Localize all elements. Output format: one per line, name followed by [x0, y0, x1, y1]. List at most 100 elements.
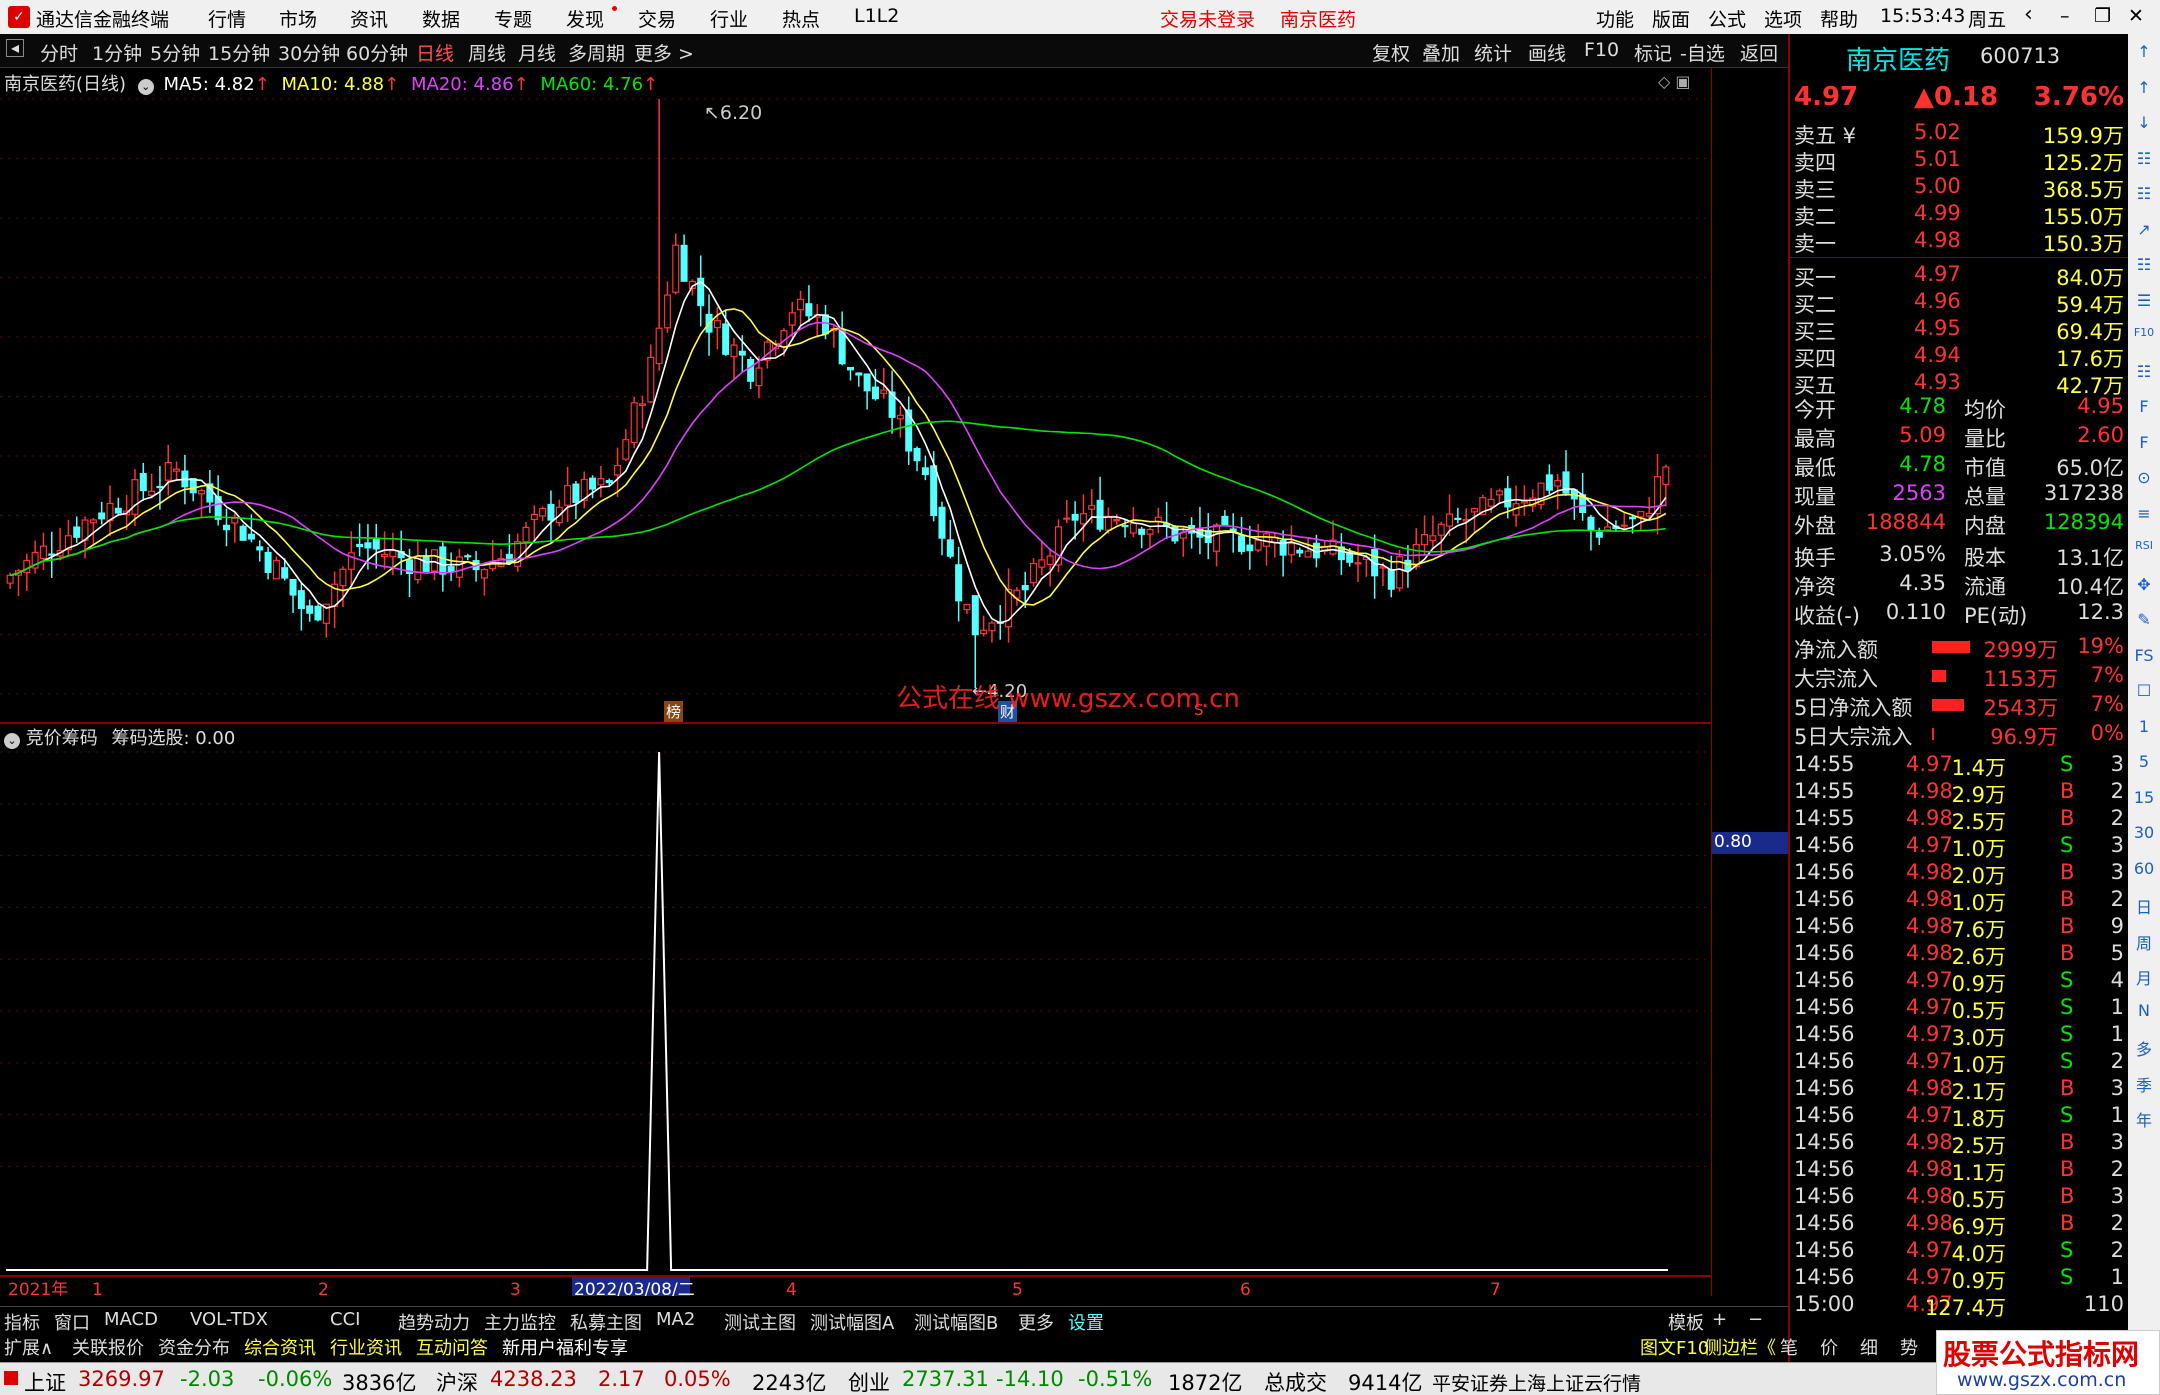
- tab-1[interactable]: +: [1712, 1309, 1727, 1330]
- sidebar-tool-icon[interactable]: 日: [2132, 894, 2156, 917]
- sidebar-tool-icon[interactable]: 多: [2132, 1036, 2156, 1059]
- menu-gongshi[interactable]: 公式: [1708, 5, 1746, 32]
- tool-tongji[interactable]: 统计: [1474, 39, 1512, 66]
- sidebar-tool-icon[interactable]: 1: [2132, 717, 2156, 739]
- menu-zhuanti[interactable]: 专题: [494, 5, 532, 32]
- period-30min[interactable]: 30分钟: [278, 39, 340, 66]
- maximize-icon[interactable]: ❐: [2094, 5, 2111, 27]
- tab-3[interactable]: 价: [1820, 1334, 1838, 1360]
- sidebar-tool-icon[interactable]: ↗: [2132, 220, 2156, 242]
- tab-3[interactable]: 综合资讯: [244, 1334, 316, 1360]
- sidebar-tool-icon[interactable]: 5: [2132, 752, 2156, 774]
- tab-0[interactable]: 图文F10: [1640, 1334, 1709, 1360]
- sidebar-tool-icon[interactable]: ☷: [2132, 255, 2156, 277]
- idx-hs-name[interactable]: 沪深: [436, 1367, 478, 1395]
- idx-sh-name[interactable]: 上证: [24, 1367, 66, 1395]
- tool-zixuan[interactable]: -自选: [1680, 39, 1725, 66]
- menu-l1l2[interactable]: L1L2: [854, 5, 899, 27]
- sidebar-tool-icon[interactable]: 周: [2132, 930, 2156, 953]
- menu-shichang[interactable]: 市场: [279, 5, 317, 32]
- tool-huaxian[interactable]: 画线: [1528, 39, 1566, 66]
- sidebar-tool-icon[interactable]: ☷: [2132, 149, 2156, 171]
- sidebar-tool-icon[interactable]: ≡: [2132, 504, 2156, 526]
- sidebar-tool-icon[interactable]: ☷: [2132, 184, 2156, 206]
- tab-8[interactable]: MA2: [656, 1309, 695, 1330]
- chevron-down-icon[interactable]: ⌄: [137, 79, 154, 95]
- sidebar-tool-icon[interactable]: F: [2132, 397, 2156, 419]
- tool-fanhui[interactable]: 返回: [1740, 39, 1778, 66]
- x-axis-label: 2: [318, 1280, 329, 1296]
- sidebar-tool-icon[interactable]: F10: [2132, 326, 2156, 348]
- tab-4[interactable]: 行业资讯: [330, 1334, 402, 1360]
- period-monthly[interactable]: 月线: [518, 39, 556, 66]
- menu-hangye[interactable]: 行业: [710, 5, 748, 32]
- sidebar-tool-icon[interactable]: ↑: [2132, 42, 2156, 64]
- menu-faxian[interactable]: 发现: [566, 5, 604, 32]
- marker-bang[interactable]: 榜: [664, 701, 684, 722]
- tab-3[interactable]: VOL-TDX: [190, 1309, 268, 1330]
- sidebar-tool-icon[interactable]: 60: [2132, 859, 2156, 881]
- sidebar-tool-icon[interactable]: ☰: [2132, 291, 2156, 313]
- idx-cy-name[interactable]: 创业: [848, 1367, 890, 1395]
- sidebar-tool-icon[interactable]: N: [2132, 1001, 2156, 1023]
- sidebar-tool-icon[interactable]: 季: [2132, 1072, 2156, 1095]
- chevron-down-icon[interactable]: ⌄: [4, 733, 20, 749]
- sidebar-tool-icon[interactable]: ☷: [2132, 362, 2156, 384]
- tab-2[interactable]: 资金分布: [158, 1334, 230, 1360]
- period-more[interactable]: 更多 >: [634, 39, 694, 66]
- tab-6[interactable]: 新用户福利专享: [502, 1334, 628, 1360]
- period-60min[interactable]: 60分钟: [346, 39, 408, 66]
- menu-jiaoyi[interactable]: 交易: [638, 5, 676, 32]
- minimize-icon[interactable]: –: [2060, 5, 2070, 27]
- sidebar-tool-icon[interactable]: ↓: [2132, 113, 2156, 135]
- kline-chart[interactable]: 6.206.005.805.605.405.205.004.804.604.40…: [0, 68, 1712, 1296]
- menu-shuju[interactable]: 数据: [422, 5, 460, 32]
- chart-options-icon[interactable]: ◇ ▣: [1658, 72, 1691, 91]
- close-icon[interactable]: ✕: [2128, 5, 2144, 27]
- sidebar-tool-icon[interactable]: FS: [2132, 646, 2156, 668]
- menu-banmian[interactable]: 版面: [1652, 5, 1690, 32]
- sidebar-tool-icon[interactable]: 30: [2132, 823, 2156, 845]
- period-weekly[interactable]: 周线: [468, 39, 506, 66]
- period-multi[interactable]: 多周期: [568, 39, 625, 66]
- menu-redian[interactable]: 热点: [782, 5, 820, 32]
- tab-2[interactable]: −: [1748, 1309, 1763, 1330]
- menu-zixun[interactable]: 资讯: [350, 5, 388, 32]
- sidebar-tool-icon[interactable]: 月: [2132, 965, 2156, 988]
- sidebar-tool-icon[interactable]: ↑: [2132, 78, 2156, 100]
- tab-2[interactable]: 笔: [1780, 1334, 1798, 1360]
- tab-2[interactable]: MACD: [104, 1309, 158, 1330]
- period-15min[interactable]: 15分钟: [208, 39, 270, 66]
- sidebar-tool-icon[interactable]: ✎: [2132, 610, 2156, 632]
- sidebar-tool-icon[interactable]: ⊙: [2132, 468, 2156, 490]
- menu-hangqing[interactable]: 行情: [208, 5, 246, 32]
- tab-5[interactable]: 互动问答: [416, 1334, 488, 1360]
- period-fenshi[interactable]: 分时: [40, 39, 78, 66]
- menu-xuanxiang[interactable]: 选项: [1764, 5, 1802, 32]
- tab-1[interactable]: 关联报价: [72, 1334, 144, 1360]
- sidebar-tool-icon[interactable]: RSI: [2132, 539, 2156, 561]
- sidebar-tool-icon[interactable]: ☐: [2132, 681, 2156, 703]
- tab-1[interactable]: 侧边栏《: [1704, 1334, 1776, 1360]
- tool-fuquan[interactable]: 复权: [1372, 39, 1410, 66]
- period-5min[interactable]: 5分钟: [150, 39, 200, 66]
- menu-gongneng[interactable]: 功能: [1596, 5, 1634, 32]
- tool-biaoji[interactable]: 标记: [1634, 39, 1672, 66]
- period-daily[interactable]: 日线: [416, 39, 454, 66]
- chart-area[interactable]: 6.206.005.805.605.405.205.004.804.604.40…: [0, 68, 1788, 1296]
- tab-5[interactable]: 势: [1900, 1334, 1918, 1360]
- tab-0[interactable]: 扩展∧: [4, 1334, 53, 1360]
- sidebar-tool-icon[interactable]: 15: [2132, 788, 2156, 810]
- tool-diejia[interactable]: 叠加: [1422, 39, 1460, 66]
- panel-toggle-icon[interactable]: ◂: [6, 39, 24, 57]
- tool-f10[interactable]: F10: [1584, 39, 1619, 61]
- sidebar-tool-icon[interactable]: F: [2132, 433, 2156, 455]
- back-icon[interactable]: ‹: [2024, 2, 2033, 27]
- period-1min[interactable]: 1分钟: [92, 39, 142, 66]
- tab-4[interactable]: 细: [1860, 1334, 1878, 1360]
- sidebar-tool-icon[interactable]: ✥: [2132, 575, 2156, 597]
- menu-bangzhu[interactable]: 帮助: [1820, 5, 1858, 32]
- trade-login-notice[interactable]: 交易未登录: [1160, 5, 1255, 32]
- tab-4[interactable]: CCI: [330, 1309, 360, 1330]
- sidebar-tool-icon[interactable]: 年: [2132, 1107, 2156, 1130]
